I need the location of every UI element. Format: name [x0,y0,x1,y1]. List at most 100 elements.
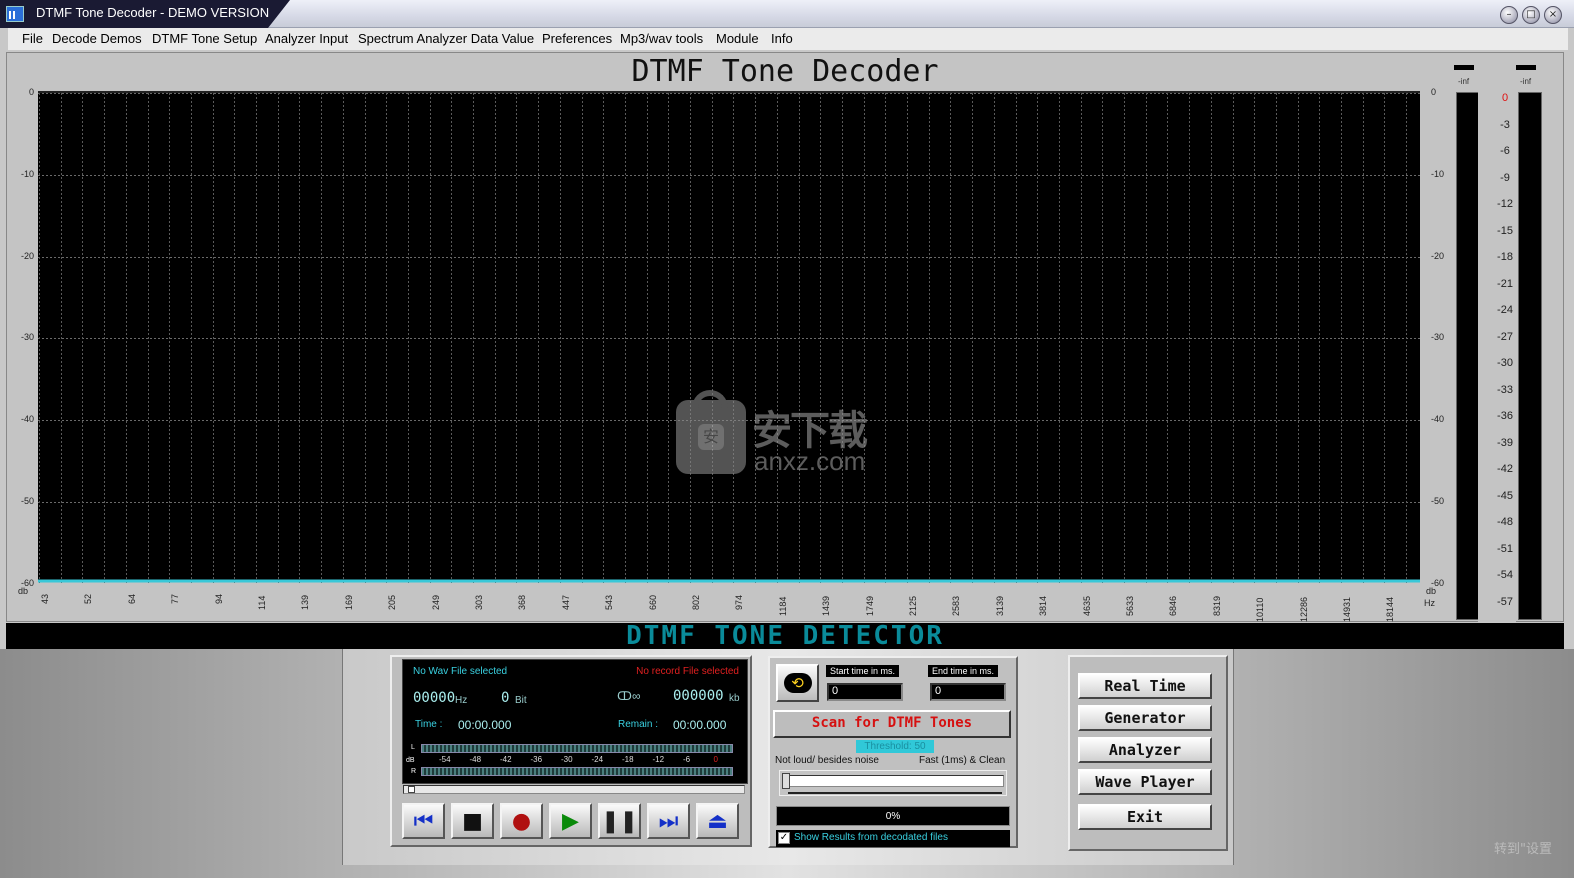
x-tick: 139 [300,594,311,610]
x-tick: 3139 [994,595,1005,616]
meter-scale-tick: -3 [1500,118,1510,131]
meter-scale-tick: -51 [1497,542,1513,555]
stop-icon: ■ [462,808,483,834]
y-tick-right: -20 [1431,251,1445,261]
eject-icon: ⏏ [707,808,728,834]
hz-readout: 00000 [413,690,456,706]
watermark-url: anxz.com [754,446,866,476]
meter-scale-tick: -18 [1497,251,1513,263]
meter-scale-tick: -39 [1497,436,1513,449]
y-tick-left: -40 [20,414,34,424]
meter-scale-tick: -24 [1497,304,1513,316]
menu-spectrum-data-value[interactable]: Spectrum Analyzer Data Value [358,31,534,46]
bit-readout: 0 [501,690,510,706]
x-tick: 447 [560,594,571,610]
eject-button[interactable]: ⏏ [696,803,739,839]
y-tick-left: -10 [20,169,34,179]
watermark-bag-icon: 安 [676,390,746,474]
reset-button[interactable]: ⟲ [776,664,819,702]
play-button[interactable]: ▶ [549,803,592,839]
menu-analyzer-input[interactable]: Analyzer Input [265,31,348,46]
meter-scale-tick: -21 [1497,277,1513,290]
exit-button[interactable]: Exit [1078,804,1212,830]
reset-icon: ⟲ [783,673,812,693]
watermark: 安 安下载 anxz.com [676,390,892,476]
x-tick: 3814 [1038,595,1049,616]
pause-button[interactable]: ❚❚ [598,803,641,839]
app-icon [6,6,24,22]
skip-forward-button[interactable]: ⏭ [647,803,690,839]
vu-right-label: R [411,768,417,775]
vu-scale-tick: -54 [439,755,451,764]
maximize-icon[interactable]: □ [1522,6,1540,24]
show-results-row: ✓ Show Results from decodated files [776,830,1010,847]
vu-scale-tick: -12 [652,755,665,764]
show-results-checkbox[interactable]: ✓ [778,832,790,844]
spectrum-plot [38,91,1420,584]
menu-module[interactable]: Module [716,31,759,46]
y-unit-label: db [18,586,29,596]
bit-unit: Bit [515,695,527,706]
x-tick: 543 [604,594,615,610]
skip-back-icon: ⏮ [413,808,434,834]
analyzer-button[interactable]: Analyzer [1078,737,1212,763]
meter-scale-tick: -27 [1497,330,1513,343]
generator-button[interactable]: Generator [1078,705,1212,731]
vu-right-bar [421,767,733,776]
player-display: No Wav File selected No record File sele… [402,659,748,784]
stop-button[interactable]: ■ [451,803,494,839]
scan-progress: 0% [776,806,1010,826]
record-button[interactable]: ● [500,803,543,839]
threshold-slider[interactable] [779,770,1007,796]
position-track[interactable] [403,785,745,794]
threshold-baseline [788,792,1002,794]
kb-unit: kb [729,693,740,704]
wave-player-button[interactable]: Wave Player [1078,769,1212,795]
slider-right-label: Fast (1ms) & Clean [919,755,1006,766]
menu-decode-demos[interactable]: Decode Demos [52,31,142,46]
x-tick: 18144 [1385,596,1396,622]
vu-scale-tick: -42 [500,755,512,764]
record-status: No record File selected [636,666,739,677]
threshold-track [784,775,1004,787]
x-tick: 205 [387,594,398,610]
meter-left-value: -inf [1458,77,1470,86]
y-tick-left: -50 [20,496,34,506]
menu-preferences[interactable]: Preferences [542,31,612,46]
end-time-input[interactable]: 0 [930,683,1006,701]
vu-left-label: L [411,744,415,751]
skip-back-button[interactable]: ⏮ [402,803,445,839]
menu-dtmf-tone-setup[interactable]: DTMF Tone Setup [152,31,257,46]
real-time-button[interactable]: Real Time [1078,673,1212,699]
menu-mp3-wav-tools[interactable]: Mp3/wav tools [620,31,703,46]
spectrum-grid [38,93,1420,584]
close-icon[interactable]: × [1544,6,1562,24]
menu-info[interactable]: Info [771,31,793,46]
x-tick: 368 [517,594,528,610]
meter-scale-tick: -45 [1497,489,1513,502]
start-time-input[interactable]: 0 [827,683,903,701]
y-tick-right: -40 [1431,414,1445,424]
detector-banner: DTMF TONE DETECTOR [6,623,1564,649]
scan-dtmf-button[interactable]: Scan for DTMF Tones [773,710,1011,738]
y-tick-left: 0 [28,87,34,97]
meter-right-peak [1516,65,1536,70]
y-tick-right: -30 [1431,332,1445,342]
meter-scale-tick: -30 [1497,357,1513,369]
x-tick: 169 [343,594,354,610]
x-tick: 4635 [1081,595,1092,616]
vu-scale-tick: -6 [683,755,691,764]
menu-bar: File Decode Demos DTMF Tone Setup Analyz… [8,28,1568,50]
position-thumb[interactable] [408,786,415,793]
meter-right-bar [1518,92,1542,620]
x-tick: 2125 [908,595,918,616]
minimize-icon[interactable]: – [1500,6,1518,24]
menu-file[interactable]: File [22,31,43,46]
meter-scale-tick: 0 [1501,92,1509,104]
record-icon: ● [511,808,532,834]
vu-scale-tick: -30 [561,755,573,764]
play-icon: ▶ [562,808,579,834]
x-tick: 114 [257,595,267,610]
y-tick-left: -30 [20,332,34,342]
threshold-thumb[interactable] [782,773,790,789]
